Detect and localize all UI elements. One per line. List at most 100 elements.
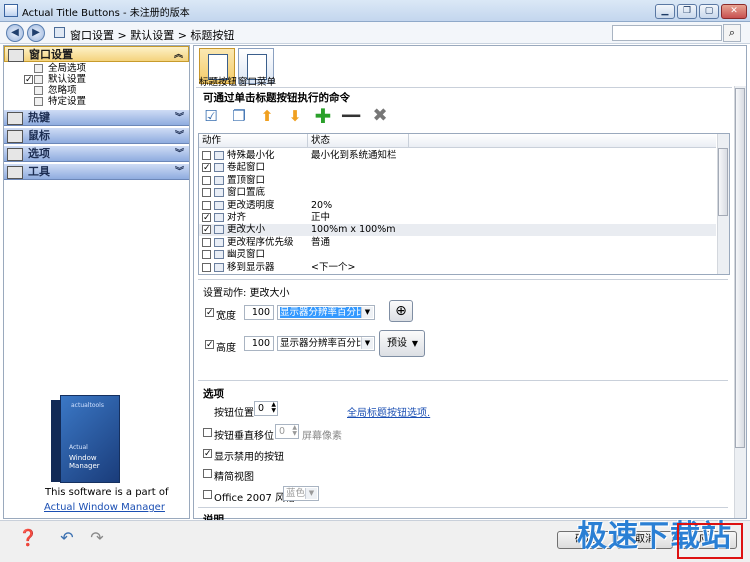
- row-checkbox[interactable]: [202, 175, 211, 185]
- list-item[interactable]: 移到显示器 <下一个>: [199, 262, 716, 274]
- search-icon[interactable]: ⌕: [723, 24, 741, 42]
- list-item[interactable]: ✓ 卷起窗口: [199, 162, 716, 174]
- list-item[interactable]: 更改透明度 20%: [199, 200, 716, 212]
- column-header-action[interactable]: 动作: [202, 134, 221, 148]
- button-position-stepper[interactable]: 0 ▲ ▼: [254, 401, 278, 416]
- promo-link[interactable]: Actual Window Manager: [44, 502, 165, 513]
- list-scroll-thumb[interactable]: [718, 148, 728, 216]
- commands-heading: 可通过单击标题按钮执行的命令: [203, 92, 350, 104]
- list-item[interactable]: 置顶窗口: [199, 175, 716, 187]
- row-checkbox[interactable]: [202, 237, 211, 247]
- undo-icon[interactable]: ↶: [56, 527, 78, 549]
- group-window-settings[interactable]: 窗口设置 ︽: [4, 46, 189, 62]
- chevron-down-icon: ︾: [174, 131, 184, 141]
- command-name: 更改程序优先级: [227, 236, 294, 248]
- list-item[interactable]: 特殊最小化 最小化到系统通知栏: [199, 150, 716, 162]
- group-tools[interactable]: 工具 ︾: [4, 164, 189, 180]
- row-checkbox[interactable]: [202, 188, 211, 198]
- add-icon[interactable]: ✚: [313, 106, 333, 126]
- global-title-buttons-link[interactable]: 全局标题按钮选项.: [347, 404, 430, 419]
- vertical-shift-label: 按钮垂直移位: [214, 431, 274, 442]
- width-checkbox[interactable]: ✓: [205, 308, 214, 318]
- row-checkbox[interactable]: [202, 250, 211, 260]
- target-button[interactable]: ⊕: [389, 300, 413, 322]
- back-button[interactable]: ◀: [6, 24, 24, 42]
- tools-icon: [7, 166, 23, 179]
- chevron-down-icon: ▼: [411, 339, 418, 348]
- chevron-down-icon: ︾: [174, 149, 184, 159]
- maximize-button[interactable]: ▢: [699, 4, 719, 19]
- move-up-icon[interactable]: ⬆: [257, 106, 277, 126]
- width-unit-select[interactable]: 显示器分辨率百分比 ▼: [277, 305, 375, 320]
- row-checkbox[interactable]: [202, 151, 211, 160]
- close-button[interactable]: ✕: [721, 4, 747, 19]
- row-checkbox[interactable]: ✓: [202, 225, 211, 235]
- pane-scroll-thumb[interactable]: [735, 88, 745, 448]
- separator-icon[interactable]: ━━: [341, 106, 361, 126]
- list-item[interactable]: 更改程序优先级 普通: [199, 237, 716, 249]
- stepper-arrows-icon[interactable]: ▲ ▼: [292, 425, 297, 437]
- options-icon: [7, 148, 23, 161]
- keyboard-icon: [7, 112, 23, 125]
- height-unit-select[interactable]: 显示器分辨率百分比 ▼: [277, 336, 375, 351]
- vertical-shift-stepper[interactable]: 0 ▲ ▼: [275, 424, 299, 439]
- chevron-down-icon: ︾: [174, 167, 184, 177]
- row-checkbox[interactable]: [202, 200, 211, 210]
- command-name: 置顶窗口: [227, 174, 266, 186]
- command-icon: [214, 151, 224, 160]
- office-style-checkbox[interactable]: [203, 490, 212, 499]
- tree-item-default-settings[interactable]: ✓ 默认设置: [24, 74, 184, 85]
- group-mouse[interactable]: 鼠标 ︾: [4, 128, 189, 144]
- show-disabled-checkbox[interactable]: ✓: [203, 449, 212, 459]
- vertical-shift-value: 0: [279, 426, 286, 437]
- minimize-button[interactable]: ▁: [655, 4, 675, 19]
- breadcrumb[interactable]: 窗口设置 > 默认设置 > 标题按钮: [70, 27, 234, 43]
- checkbox[interactable]: ✓: [24, 75, 33, 85]
- chevron-up-icon: ︽: [173, 50, 183, 60]
- chevron-down-icon: ▼: [305, 488, 317, 499]
- preset-button[interactable]: 预设 ▼: [379, 330, 425, 357]
- office-style-select[interactable]: 蓝色 ▼: [283, 486, 319, 501]
- list-item[interactable]: ✓ 更改大小 100%m x 100%m: [199, 224, 716, 237]
- copy-icon[interactable]: ❐: [229, 106, 249, 126]
- group-label: 选项: [28, 147, 50, 160]
- width-value[interactable]: 100: [244, 305, 274, 320]
- crosshair-icon: ⊕: [395, 303, 407, 319]
- height-checkbox[interactable]: ✓: [205, 340, 214, 350]
- list-item[interactable]: 幽灵窗口: [199, 249, 716, 261]
- command-status: <下一个>: [311, 261, 356, 273]
- group-hotkeys[interactable]: 热键 ︾: [4, 110, 189, 126]
- group-label: 鼠标: [28, 129, 50, 142]
- check-all-icon[interactable]: ☑: [201, 106, 221, 126]
- move-down-icon[interactable]: ⬇: [285, 106, 305, 126]
- row-checkbox[interactable]: ✓: [202, 213, 211, 223]
- search-input[interactable]: [612, 25, 722, 41]
- delete-icon[interactable]: ✖: [370, 106, 390, 126]
- command-status: 100%m x 100%m: [311, 224, 396, 236]
- list-item[interactable]: 窗口置底: [199, 187, 716, 199]
- group-label: 窗口设置: [29, 48, 73, 61]
- redo-icon[interactable]: ↷: [86, 527, 108, 549]
- height-unit-value: 显示器分辨率百分比: [280, 338, 366, 349]
- list-item[interactable]: ✓ 对齐 正中: [199, 212, 716, 224]
- vertical-shift-checkbox[interactable]: [203, 428, 212, 437]
- command-icon: [214, 250, 224, 260]
- divider: [198, 507, 728, 508]
- command-status: 普通: [311, 236, 331, 248]
- column-divider: [307, 134, 308, 148]
- height-value[interactable]: 100: [244, 336, 274, 351]
- row-checkbox[interactable]: ✓: [202, 163, 211, 173]
- group-label: 热键: [28, 111, 50, 124]
- help-button[interactable]: ❐: [677, 4, 697, 19]
- column-header-status[interactable]: 状态: [311, 134, 330, 148]
- height-label: 高度: [216, 343, 236, 354]
- width-unit-value: 显示器分辨率百分比: [280, 307, 366, 318]
- help-icon[interactable]: ❓: [17, 527, 39, 549]
- stepper-arrows-icon[interactable]: ▲ ▼: [271, 402, 276, 414]
- forward-button[interactable]: ▶: [27, 24, 45, 42]
- group-options[interactable]: 选项 ︾: [4, 146, 189, 162]
- compact-view-checkbox[interactable]: [203, 469, 212, 478]
- row-checkbox[interactable]: [202, 262, 211, 272]
- width-label: 宽度: [216, 311, 236, 322]
- group-label: 工具: [28, 165, 50, 178]
